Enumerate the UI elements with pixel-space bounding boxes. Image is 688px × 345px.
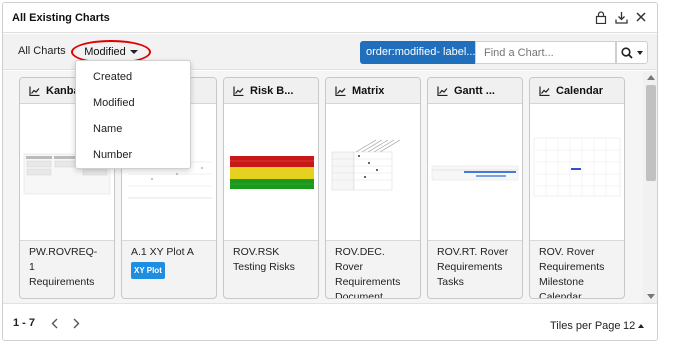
- sort-option-created[interactable]: Created: [93, 71, 132, 83]
- chevron-down-icon: [129, 50, 138, 54]
- sort-value: Modified: [84, 46, 126, 58]
- pagination-footer: 1 - 7 Tiles per Page 12: [3, 303, 657, 340]
- chevron-left-icon[interactable]: [47, 315, 61, 331]
- tiles-per-page-label: Tiles per Page: [550, 320, 621, 332]
- chart-tile[interactable]: Gantt ... ROV.RT. Rover Requirements Tas…: [427, 77, 523, 299]
- tile-footer-line: ROV.RSK: [233, 246, 280, 258]
- gantt-preview: [428, 104, 522, 241]
- chart-tile[interactable]: Matrix ROV.DEC. Rover Requirements Docum…: [325, 77, 421, 299]
- tile-footer-line: ROV.RT. Rover: [437, 246, 509, 258]
- chart-tile[interactable]: Risk B... ROV.RSK Testing Risks: [223, 77, 319, 299]
- search-button[interactable]: [616, 41, 648, 64]
- scroll-up-icon[interactable]: [647, 75, 655, 80]
- chevron-right-icon[interactable]: [69, 315, 83, 331]
- chart-icon: [29, 86, 40, 96]
- vertical-scrollbar[interactable]: [643, 71, 657, 303]
- tile-footer-line: Tasks: [437, 276, 464, 288]
- risk-board-preview: [224, 104, 318, 241]
- tile-footer-line: Testing Risks: [233, 261, 295, 273]
- filter-chip[interactable]: order:modified- label...: [360, 41, 475, 64]
- all-charts-link[interactable]: All Charts: [18, 45, 66, 57]
- tile-footer-line: ROV. Rover: [539, 246, 595, 258]
- chevron-down-icon: [637, 50, 643, 55]
- title-bar: All Existing Charts: [3, 3, 657, 33]
- tile-footer-line: Requirements: [29, 276, 95, 288]
- tile-footer-line: PW.ROVREQ-: [29, 246, 98, 258]
- tiles-per-page-select[interactable]: 12: [623, 320, 645, 332]
- tile-title: Matrix: [352, 84, 385, 97]
- chart-icon: [437, 86, 448, 96]
- tile-footer-line: Milestone: [539, 276, 584, 288]
- page-range: 1 - 7: [13, 317, 36, 329]
- tile-footer-line: Requirements: [335, 276, 401, 288]
- sort-option-number[interactable]: Number: [93, 149, 132, 161]
- search-input[interactable]: [475, 41, 616, 64]
- tile-footer-line: Requirements: [539, 261, 605, 273]
- tile-title: Risk B...: [250, 84, 294, 97]
- scroll-down-icon[interactable]: [647, 294, 655, 299]
- tile-footer-line: ROV.DEC.: [335, 246, 385, 258]
- tile-footer-line: A.1 XY Plot A: [131, 246, 194, 258]
- dialog-title: All Existing Charts: [12, 12, 110, 24]
- chart-icon: [539, 86, 550, 96]
- chevron-up-icon: [638, 324, 645, 328]
- tile-footer-line: Requirements: [437, 261, 503, 273]
- close-icon[interactable]: [633, 9, 649, 25]
- calendar-preview: [530, 104, 624, 241]
- download-icon[interactable]: [613, 9, 629, 25]
- sort-option-modified[interactable]: Modified: [93, 97, 135, 109]
- chart-icon: [335, 86, 346, 96]
- chart-tile[interactable]: Calendar ROV. Rover Requirements Milesto…: [529, 77, 625, 299]
- scroll-thumb[interactable]: [646, 85, 656, 181]
- sort-option-name[interactable]: Name: [93, 123, 122, 135]
- all-charts-dialog: All Existing Charts All Charts Modified …: [2, 2, 658, 341]
- search-icon: [621, 46, 633, 59]
- tile-footer-line: Calendar: [539, 291, 582, 299]
- tile-title: Calendar: [556, 84, 604, 97]
- tile-title: Gantt ...: [454, 84, 495, 97]
- chart-type-badge: XY Plot: [131, 262, 165, 279]
- tile-footer-line: Document: [335, 291, 383, 299]
- lock-icon[interactable]: [593, 9, 609, 25]
- matrix-preview: [326, 104, 420, 241]
- chart-icon: [233, 86, 244, 96]
- tile-footer-line: Rover: [335, 261, 364, 273]
- sort-menu: Created Modified Name Number: [75, 60, 191, 169]
- tile-footer-line: 1: [29, 261, 35, 273]
- tiles-per-page-value: 12: [623, 320, 636, 332]
